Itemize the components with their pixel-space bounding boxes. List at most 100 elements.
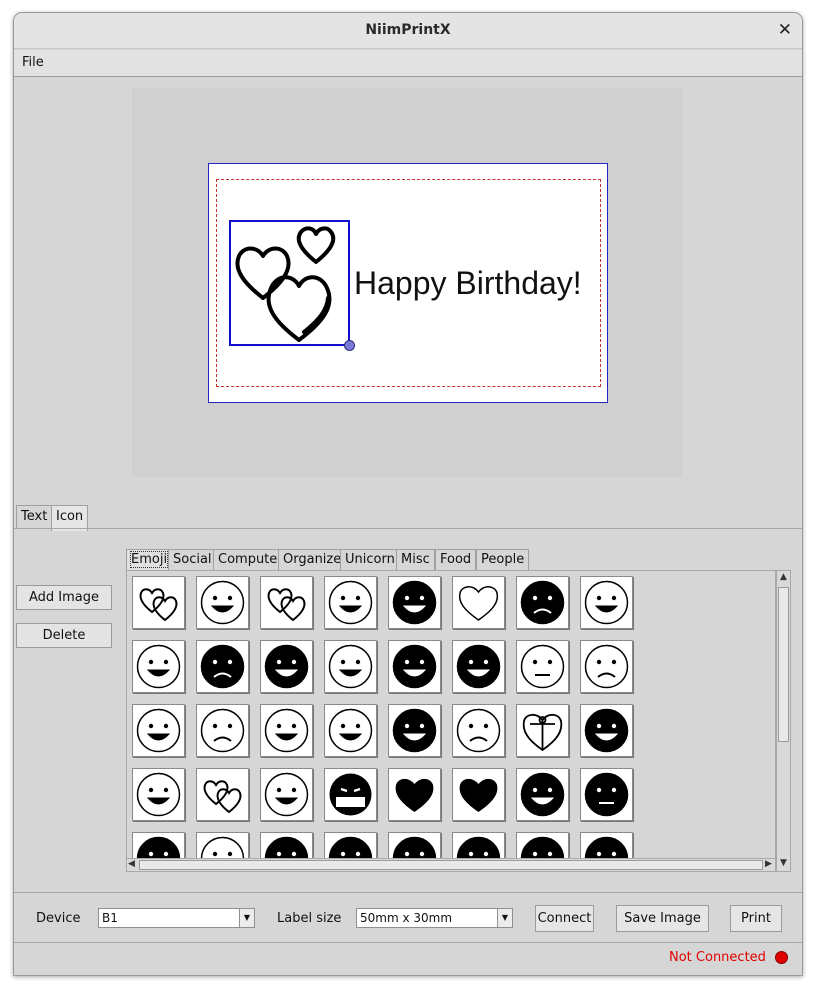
menu-file[interactable]: File — [22, 55, 44, 70]
icon-button-dizzy-face-icon[interactable] — [260, 640, 313, 693]
tab-food[interactable]: Food — [435, 549, 477, 570]
icon-button-grinning-squint-icon[interactable] — [580, 576, 633, 629]
tab-misc[interactable]: Misc — [396, 549, 435, 570]
icon-button-frowning-face-icon[interactable] — [196, 640, 249, 693]
window-title: NiimPrintX — [365, 22, 451, 38]
vertical-scrollbar[interactable]: ▲ ▼ — [776, 570, 791, 872]
tab-computer[interactable]: Computer — [213, 549, 288, 570]
icon-button-two-hearts-icon[interactable] — [260, 576, 313, 629]
icon-button-thinking-face-icon[interactable] — [196, 576, 249, 629]
connection-status: Not Connected — [669, 950, 766, 965]
tab-social[interactable]: Social — [168, 549, 217, 570]
confused-face-icon — [456, 708, 501, 753]
canvas-area[interactable]: Happy Birthday! — [132, 88, 682, 477]
icon-button-star-struck-face-icon[interactable] — [324, 704, 377, 757]
icon-button-glasses-face-icon[interactable] — [260, 768, 313, 821]
print-button[interactable]: Print — [730, 905, 782, 932]
tab-organize[interactable]: Organize — [278, 549, 347, 570]
two-hearts-icon — [267, 588, 306, 622]
icon-button-drooling-face-icon[interactable] — [580, 704, 633, 757]
scroll-left-icon[interactable]: ◀ — [128, 859, 135, 869]
scroll-down-icon[interactable]: ▼ — [780, 858, 787, 868]
icon-button-heart-outline-icon[interactable] — [452, 576, 505, 629]
tears-of-joy-face-icon — [520, 772, 565, 817]
icon-button-grin-squint-icon[interactable] — [132, 704, 185, 757]
save-image-button[interactable]: Save Image — [616, 905, 709, 932]
device-value: B1 — [102, 911, 118, 925]
icon-button-rolling-laugh-icon[interactable] — [132, 768, 185, 821]
tab-people[interactable]: People — [476, 549, 530, 570]
angry-face-outline-icon — [200, 708, 245, 753]
delete-button[interactable]: Delete — [16, 623, 112, 648]
app-window: NiimPrintX ✕ File Happy Birthday! Text I… — [13, 12, 803, 976]
squint-face-icon — [520, 644, 565, 689]
tab-unicorn[interactable]: Unicorn — [340, 549, 400, 570]
icon-button-sunglasses-face-icon[interactable] — [388, 576, 441, 629]
nerd-face-icon — [392, 708, 437, 753]
icon-button-heart-solid-icon[interactable] — [388, 768, 441, 821]
sweat-smile-icon — [456, 644, 501, 689]
icon-button-gift-heart-icon[interactable] — [516, 704, 569, 757]
label-preview: Happy Birthday! — [208, 163, 608, 403]
sunglasses-face-icon — [392, 580, 437, 625]
cursing-face-icon — [329, 773, 372, 816]
smiling-devil-icon — [328, 580, 373, 625]
scroll-right-icon[interactable]: ▶ — [765, 859, 772, 869]
gift-heart-icon — [522, 713, 563, 752]
label-size-value: 50mm x 30mm — [360, 911, 453, 925]
icon-button-angry-face-icon[interactable] — [516, 576, 569, 629]
icon-button-angry-face-outline-icon[interactable] — [196, 704, 249, 757]
connect-button[interactable]: Connect — [535, 905, 594, 932]
icon-grid — [126, 570, 776, 871]
rolling-laugh-icon — [136, 772, 181, 817]
chevron-down-icon[interactable]: ▼ — [497, 909, 512, 927]
tab-text[interactable]: Text — [16, 505, 53, 529]
scrollbar-thumb[interactable] — [778, 587, 789, 742]
toolbar-divider — [14, 892, 802, 893]
label-size-select[interactable]: 50mm x 30mm ▼ — [356, 908, 513, 928]
star-struck-face-icon — [328, 708, 373, 753]
chevron-down-icon[interactable]: ▼ — [239, 909, 254, 927]
icon-button-tears-of-joy-face-icon[interactable] — [516, 768, 569, 821]
icon-button-confused-face-icon[interactable] — [452, 704, 505, 757]
icon-button-bandaged-face-icon[interactable] — [580, 640, 633, 693]
heart-solid-icon — [395, 778, 434, 812]
icon-button-heart-solid-shine-icon[interactable] — [452, 768, 505, 821]
device-select[interactable]: B1 ▼ — [98, 908, 255, 928]
panel-divider — [14, 528, 802, 529]
joy-face-icon — [328, 644, 373, 689]
canvas-hearts-icon[interactable] — [229, 220, 350, 346]
frowning-face-icon — [200, 644, 245, 689]
icon-button-squint-face-icon[interactable] — [516, 640, 569, 693]
icon-button-yawning-face-icon[interactable] — [260, 704, 313, 757]
add-image-button[interactable]: Add Image — [16, 585, 112, 610]
icon-button-smiling-devil-icon[interactable] — [324, 576, 377, 629]
horizontal-scrollbar[interactable]: ◀ ▶ — [126, 858, 776, 872]
grinning-squint-icon — [584, 580, 629, 625]
resize-handle[interactable] — [344, 340, 355, 351]
yawning-face-icon — [264, 708, 309, 753]
label-size-label: Label size — [277, 911, 342, 926]
hearts-icon — [139, 588, 178, 622]
heart-outline-icon — [458, 586, 499, 621]
hscrollbar-thumb[interactable] — [139, 860, 763, 870]
title-bar: NiimPrintX ✕ — [14, 13, 802, 49]
scroll-up-icon[interactable]: ▲ — [780, 572, 787, 582]
close-icon[interactable]: ✕ — [778, 20, 792, 40]
expressionless-face-icon — [584, 772, 629, 817]
icon-button-joy-face-icon[interactable] — [324, 640, 377, 693]
icon-button-expressionless-face-icon[interactable] — [580, 768, 633, 821]
icon-button-hearts-icon[interactable] — [132, 576, 185, 629]
glasses-face-icon — [264, 772, 309, 817]
icon-button-sweat-smile-icon[interactable] — [452, 640, 505, 693]
heart-solid-shine-icon — [459, 778, 498, 812]
bandaged-face-icon — [584, 644, 629, 689]
icon-button-savoring-face-icon[interactable] — [132, 640, 185, 693]
icon-button-heart-eyes-face-icon[interactable] — [196, 768, 249, 821]
icon-button-nerd-face-icon[interactable] — [388, 704, 441, 757]
label-text[interactable]: Happy Birthday! — [354, 265, 582, 302]
thinking-face-icon — [200, 580, 245, 625]
tab-emoji[interactable]: Emoji — [126, 549, 173, 570]
icon-button-cursing-face-icon[interactable] — [324, 768, 377, 821]
icon-button-laughing-face-icon[interactable] — [388, 640, 441, 693]
